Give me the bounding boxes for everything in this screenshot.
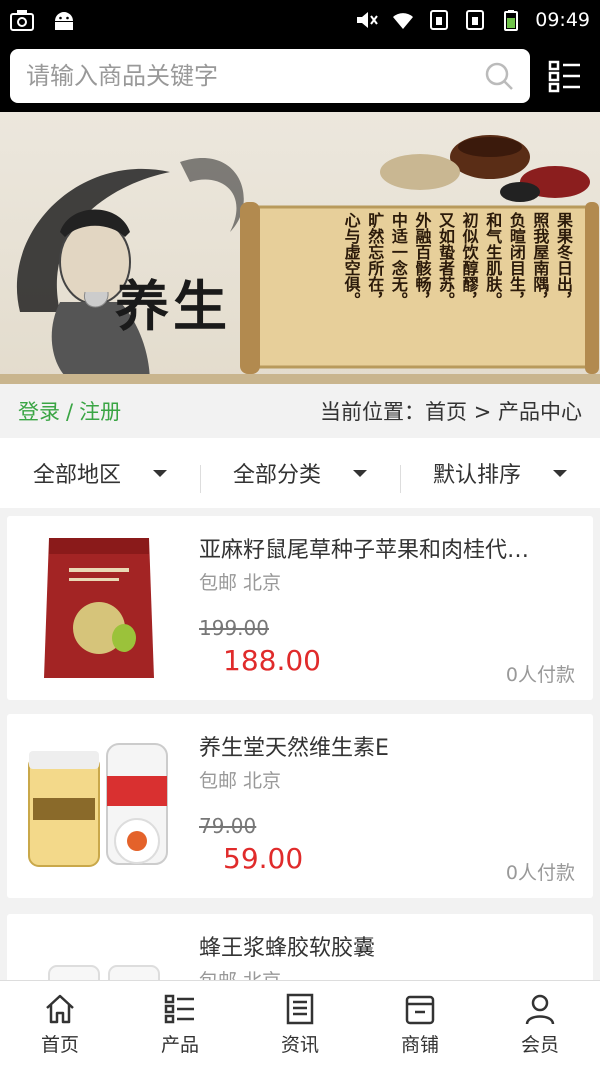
filter-bar: 全部地区 全部分类 默认排序 [0, 438, 600, 508]
sim2-icon [466, 10, 485, 30]
poem-line: 负暄闭目生， [506, 212, 526, 308]
search-box[interactable] [10, 49, 530, 103]
current-price: 188.00 [223, 644, 321, 677]
nav-row: 登录 / 注册 当前位置：首页 > 产品中心 [0, 384, 600, 438]
product-title[interactable]: 养生堂天然维生素E [199, 730, 577, 762]
banner[interactable]: 果果冬日出， 照我屋南隅， 负暄闭目生， 和气生肌肤。 初似饮醇醪， 又如蛰者苏。 外融百骸… [0, 112, 600, 384]
sim1-icon [430, 10, 449, 30]
product-card[interactable]: 蜂王浆蜂胶软胶囊 包邮 北京 [7, 914, 593, 980]
filter-region-label: 全部地区 [32, 463, 121, 488]
product-meta: 包邮 北京 [199, 966, 281, 980]
tab-home[interactable]: 首页 [0, 981, 120, 1067]
product-card[interactable]: 养生堂天然维生素E 包邮 北京 79.00 59.00 0人付款 [7, 714, 593, 898]
register-link[interactable]: 注册 [79, 400, 121, 424]
search-input[interactable] [26, 62, 484, 90]
login-link[interactable]: 登录 [18, 400, 60, 424]
payment-count: 0人付款 [505, 862, 575, 884]
tab-home-label: 首页 [40, 1033, 79, 1056]
poem-line: 照我屋南隅， [530, 212, 550, 308]
original-price: 199.00 [199, 616, 269, 640]
mute-icon [357, 12, 379, 28]
poem-line: 初似饮醇醪， [459, 212, 479, 308]
poem-line: 果果冬日出， [554, 212, 573, 308]
banner-title: 养生 [115, 274, 231, 338]
banner-poem: 果果冬日出， 照我屋南隅， 负暄闭目生， 和气生肌肤。 初似饮醇醪， 又如蛰者苏。 外融百骸… [272, 212, 573, 362]
filter-sort-label: 默认排序 [432, 463, 521, 488]
tab-shop[interactable]: 商铺 [360, 981, 480, 1067]
poem-line: 又如蛰者苏。 [436, 212, 456, 308]
product-list[interactable]: 亚麻籽鼠尾草种子苹果和肉桂代… 包邮 北京 199.00 188.00 0人付款… [0, 508, 600, 980]
poem-line: 旷然忘所在， [365, 212, 385, 308]
product-image [48, 965, 160, 980]
status-bar: 09:49 [0, 0, 600, 40]
poem-line: 中适一念无。 [388, 212, 408, 308]
android-icon [55, 12, 73, 30]
product-image [28, 743, 168, 867]
header [0, 40, 600, 112]
tab-member[interactable]: 会员 [480, 981, 600, 1067]
tab-news[interactable]: 资讯 [240, 981, 360, 1067]
screenshot-icon [10, 10, 34, 31]
bottom-tab-bar: 首页 产品 资讯 商铺 会员 [0, 980, 600, 1067]
home-icon [46, 994, 74, 1023]
filter-region[interactable]: 全部地区 [0, 457, 200, 489]
login-separator: / [66, 400, 74, 424]
product-card[interactable]: 亚麻籽鼠尾草种子苹果和肉桂代… 包邮 北京 199.00 188.00 0人付款 [7, 516, 593, 700]
product-meta: 包邮 北京 [199, 572, 282, 594]
current-price: 59.00 [223, 842, 304, 875]
list-icon [164, 994, 194, 1023]
battery-icon [504, 10, 519, 31]
menu-grid-icon[interactable] [548, 59, 582, 93]
news-icon [286, 993, 314, 1024]
clock: 09:49 [535, 9, 590, 31]
product-image [44, 538, 154, 678]
tab-shop-label: 商铺 [400, 1033, 439, 1056]
caret-down-icon [553, 469, 567, 477]
product-meta: 包邮 北京 [199, 770, 282, 792]
user-icon [525, 994, 555, 1024]
poem-line: 外融百骸畅， [412, 212, 432, 308]
caret-down-icon [153, 469, 167, 477]
breadcrumb: 当前位置：首页 > 产品中心 [320, 400, 582, 424]
poem-line: 心与虚空俱。 [341, 212, 361, 308]
tab-news-label: 资讯 [280, 1033, 319, 1056]
filter-category[interactable]: 全部分类 [200, 457, 400, 493]
login-register: 登录 / 注册 [18, 396, 121, 426]
search-icon[interactable] [484, 61, 514, 91]
payment-count: 0人付款 [505, 664, 575, 686]
tab-member-label: 会员 [520, 1033, 559, 1056]
filter-sort[interactable]: 默认排序 [400, 457, 600, 493]
product-title[interactable]: 蜂王浆蜂胶软胶囊 [199, 930, 577, 962]
original-price: 79.00 [199, 814, 257, 838]
tab-products-label: 产品 [160, 1033, 199, 1056]
tab-products[interactable]: 产品 [120, 981, 240, 1067]
caret-down-icon [353, 469, 367, 477]
poem-line: 和气生肌肤。 [483, 212, 503, 308]
product-title[interactable]: 亚麻籽鼠尾草种子苹果和肉桂代… [199, 532, 577, 564]
shop-icon [405, 995, 435, 1024]
wifi-icon [393, 13, 414, 29]
filter-category-label: 全部分类 [232, 463, 321, 488]
